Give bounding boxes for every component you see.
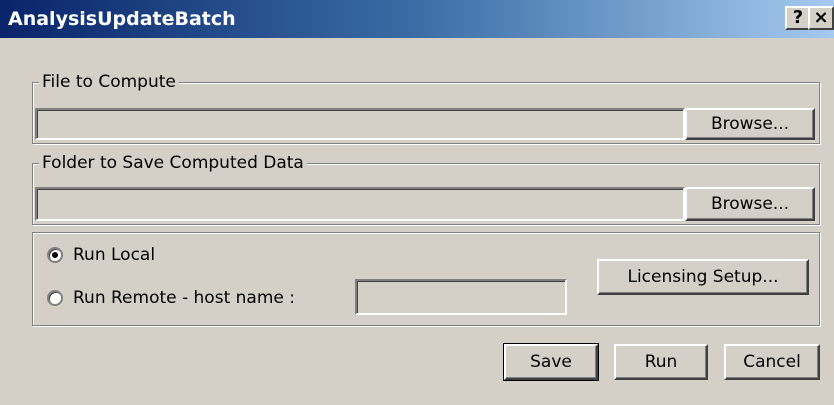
folder-browse-button[interactable]: Browse... — [685, 187, 815, 221]
host-name-input[interactable] — [355, 279, 567, 315]
window-title: AnalysisUpdateBatch — [8, 8, 236, 30]
run-local-label: Run Local — [73, 245, 156, 265]
file-browse-button[interactable]: Browse... — [685, 108, 815, 140]
folder-to-save-label: Folder to Save Computed Data — [39, 152, 307, 174]
run-remote-radio[interactable] — [47, 290, 63, 306]
run-local-radio[interactable] — [47, 247, 63, 263]
file-to-compute-group: File to Compute Browse... — [32, 71, 820, 144]
licensing-setup-button[interactable]: Licensing Setup... — [597, 259, 809, 295]
run-local-option[interactable]: Run Local — [47, 245, 155, 265]
run-remote-option[interactable]: Run Remote - host name : — [47, 288, 295, 308]
title-bar[interactable]: AnalysisUpdateBatch ? × — [0, 0, 834, 38]
dialog-window: AnalysisUpdateBatch ? × File to Compute … — [0, 0, 834, 405]
folder-to-save-field[interactable] — [35, 187, 685, 221]
run-options-group: Run Local Run Remote - host name : Licen… — [32, 232, 820, 326]
file-to-compute-label: File to Compute — [39, 71, 179, 93]
close-button[interactable]: × — [808, 6, 834, 30]
run-remote-label: Run Remote - host name : — [73, 288, 295, 308]
folder-to-save-group: Folder to Save Computed Data Browse... — [32, 152, 820, 225]
run-button[interactable]: Run — [614, 344, 708, 380]
cancel-button[interactable]: Cancel — [724, 344, 820, 380]
file-to-compute-field[interactable] — [35, 108, 685, 140]
save-button[interactable]: Save — [503, 343, 599, 381]
